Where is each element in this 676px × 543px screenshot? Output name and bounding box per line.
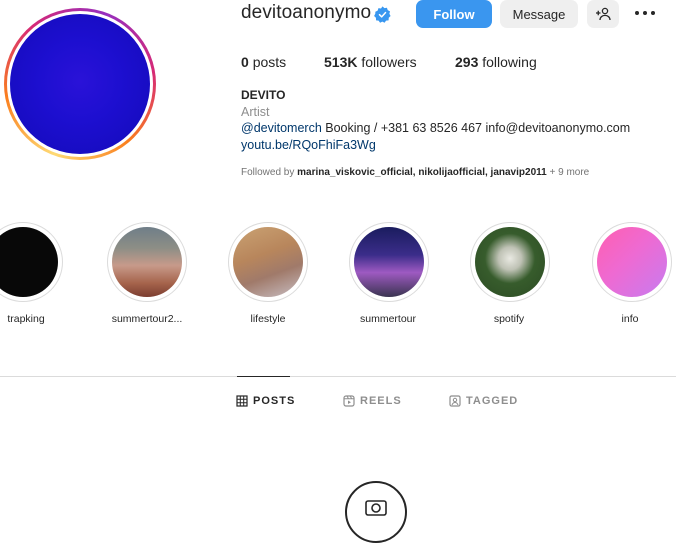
bio-name: DEVITO [241, 88, 286, 102]
followed-by[interactable]: Followed by marina_viskovic_official, ni… [241, 167, 589, 178]
bio-text-body: Booking / +381 63 8526 467 info@devitoan… [321, 121, 631, 135]
tab-tagged-label: TAGGED [466, 395, 519, 407]
person-plus-icon [596, 7, 611, 21]
stat-posts-label: posts [252, 54, 287, 70]
stat-posts-value: 0 [241, 54, 249, 70]
highlight-label: lifestyle [250, 313, 286, 325]
grid-icon [236, 395, 248, 407]
highlight-spotify[interactable] [470, 222, 550, 302]
camera-icon [345, 481, 407, 543]
tab-tagged[interactable]: TAGGED [449, 393, 518, 409]
bio-category: Artist [241, 105, 270, 119]
highlight-cover [112, 227, 182, 297]
tab-reels[interactable]: REELS [343, 393, 402, 409]
followed-by-prefix: Followed by [241, 167, 298, 178]
bio-text: @devitomerch Booking / +381 63 8526 467 … [241, 121, 630, 135]
follow-button[interactable]: Follow [416, 0, 492, 28]
stat-following[interactable]: 293 following [455, 54, 537, 70]
verified-badge-icon [374, 6, 391, 23]
profile-username: devitoanonymo [241, 2, 372, 23]
tabs-divider [0, 376, 676, 377]
highlight-cover [597, 227, 667, 297]
active-tab-indicator [237, 376, 290, 377]
highlight-cover [233, 227, 303, 297]
highlight-label: summertour2... [111, 313, 183, 325]
tab-posts[interactable]: POSTS [236, 393, 295, 409]
highlight-summertour2[interactable] [107, 222, 187, 302]
bio-external-link[interactable]: youtu.be/RQoFhiFa3Wg [241, 138, 376, 152]
highlight-info[interactable] [592, 222, 672, 302]
highlight-cover [354, 227, 424, 297]
suggest-user-button[interactable] [587, 0, 619, 28]
highlight-label: summertour [359, 313, 416, 325]
ellipsis-icon[interactable] [633, 3, 657, 23]
highlight-cover [0, 227, 58, 297]
highlight-cover [475, 227, 545, 297]
stat-following-value: 293 [455, 54, 479, 70]
tab-posts-label: POSTS [253, 395, 296, 407]
stat-followers[interactable]: 513K followers [324, 54, 417, 70]
followed-by-suffix: + 9 more [546, 167, 590, 178]
avatar[interactable] [10, 14, 150, 154]
stat-following-label: following [482, 54, 537, 70]
stat-followers-value: 513K [324, 54, 358, 70]
highlight-label: info [621, 313, 639, 325]
tagged-icon [449, 395, 461, 407]
followed-by-names: marina_viskovic_official, nikolijaoffici… [297, 167, 547, 178]
stat-posts: 0 posts [241, 54, 286, 70]
tab-reels-label: REELS [360, 395, 402, 407]
bio-mention-link[interactable]: @devitomerch [241, 121, 322, 135]
highlight-label: spotify [493, 313, 525, 325]
stat-followers-label: followers [361, 54, 417, 70]
highlight-lifestyle[interactable] [228, 222, 308, 302]
profile-avatar-ring[interactable] [4, 8, 156, 160]
highlight-label: trapking [7, 313, 45, 325]
reels-icon [343, 395, 355, 407]
highlight-summertour[interactable] [349, 222, 429, 302]
highlight-trapking[interactable] [0, 222, 63, 302]
message-button[interactable]: Message [500, 0, 578, 28]
